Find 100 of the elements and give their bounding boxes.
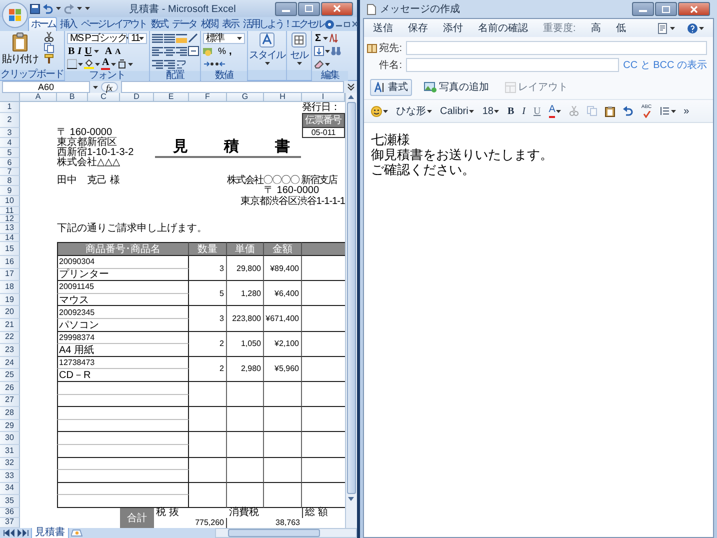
sheet-tab[interactable]: 見積書 (31, 528, 69, 538)
dropdown[interactable]: ひな形 (395, 104, 433, 118)
emoticon-button[interactable] (370, 104, 389, 118)
copy-icon[interactable] (44, 43, 54, 53)
row-header[interactable]: 17 (0, 268, 20, 282)
increase-decimal-icon[interactable] (203, 59, 214, 69)
phonetic-icon[interactable] (117, 59, 128, 69)
subject-field[interactable] (406, 58, 620, 72)
row-header[interactable]: 1 (0, 102, 20, 113)
insert-function-button[interactable]: fx (101, 82, 118, 92)
row-header[interactable]: 23 (0, 344, 20, 357)
help-icon[interactable] (324, 20, 334, 28)
row-header[interactable]: 12 (0, 215, 20, 223)
sheet-navigation-icon[interactable] (3, 529, 29, 537)
fill-down-icon[interactable] (314, 46, 324, 56)
number-format-dropdown[interactable]: 標準 (203, 32, 245, 44)
column-header[interactable]: F (189, 93, 227, 102)
toolbar-button[interactable]: 保存 (407, 22, 429, 34)
new-sheet-icon[interactable] (71, 529, 83, 537)
column-header[interactable]: H (264, 93, 302, 102)
ribbon-tab[interactable]: 挿入 (57, 17, 78, 31)
wrap-text-icon[interactable] (176, 59, 187, 69)
dropdown[interactable]: 18 (481, 104, 500, 118)
shrink-font-button[interactable]: A (114, 44, 122, 58)
row-header[interactable]: 2 (0, 113, 20, 128)
maximize-button[interactable] (655, 2, 677, 16)
styles-button[interactable]: スタイル (249, 32, 285, 65)
scissors-icon[interactable] (44, 32, 54, 42)
row-header[interactable]: 37 (0, 518, 20, 528)
close-button[interactable] (678, 2, 710, 16)
help-button[interactable] (686, 22, 705, 34)
row-header[interactable]: 7 (0, 168, 20, 176)
row-header[interactable]: 25 (0, 369, 20, 382)
decrease-decimal-icon[interactable] (215, 59, 226, 69)
row-header[interactable]: 4 (0, 138, 20, 148)
row-header[interactable]: 27 (0, 394, 20, 408)
ribbon-tab[interactable]: ページ レイアウト (78, 17, 148, 31)
column-header[interactable]: B (57, 93, 88, 102)
italic-button[interactable]: I (521, 104, 526, 118)
action-button[interactable]: 書式 (370, 78, 412, 96)
row-header[interactable]: 31 (0, 444, 20, 458)
row-header[interactable]: 30 (0, 432, 20, 445)
row-header[interactable]: 35 (0, 495, 20, 508)
cells-button[interactable]: セル (290, 32, 308, 65)
underline-button[interactable]: U (84, 44, 93, 58)
column-header[interactable]: G (227, 93, 264, 102)
row-header[interactable]: 34 (0, 482, 20, 496)
column-header[interactable]: D (120, 93, 154, 102)
ribbon-tab[interactable]: 数式 (148, 17, 169, 31)
align-bottom-icon[interactable] (176, 33, 187, 43)
grow-font-button[interactable]: A (104, 44, 114, 58)
percent-button[interactable]: % (217, 44, 228, 58)
toolbar-button[interactable]: 添付 (442, 22, 464, 34)
minimize-button[interactable] (275, 2, 297, 16)
to-label[interactable]: 宛先: (370, 41, 402, 55)
bold-button[interactable]: B (506, 104, 516, 118)
row-header[interactable]: 14 (0, 234, 20, 242)
row-header[interactable]: 36 (0, 508, 20, 518)
ribbon-tab[interactable]: 校閲 (198, 17, 219, 31)
dropdown[interactable]: Calibri (439, 104, 476, 118)
row-header[interactable]: 9 (0, 186, 20, 196)
row-header[interactable]: 16 (0, 256, 20, 269)
paste-button[interactable]: 貼り付け (2, 32, 38, 66)
column-header[interactable]: A (20, 93, 57, 102)
row-header[interactable]: 13 (0, 223, 20, 234)
ribbon-tab[interactable]: 表示 (218, 17, 240, 31)
eraser-icon[interactable] (314, 59, 324, 69)
ribbon-tab[interactable]: ホーム (28, 17, 57, 31)
restore-icon[interactable] (344, 21, 350, 27)
fill-color-icon[interactable] (84, 59, 94, 69)
font-name-dropdown[interactable]: MS Pゴシック (67, 32, 127, 44)
row-header[interactable]: 22 (0, 332, 20, 344)
row-header[interactable]: 33 (0, 470, 20, 483)
row-header[interactable]: 21 (0, 318, 20, 332)
vertical-scrollbar[interactable] (345, 93, 357, 528)
row-header[interactable]: 6 (0, 158, 20, 168)
row-header[interactable]: 24 (0, 356, 20, 370)
expand-icon[interactable] (347, 83, 355, 91)
sort-filter-icon[interactable] (329, 33, 340, 43)
row-header[interactable]: 26 (0, 382, 20, 395)
undo-button[interactable] (622, 104, 634, 118)
save-icon[interactable] (30, 4, 40, 14)
row-header[interactable]: 10 (0, 196, 20, 207)
toolbar-button[interactable]: 高 (590, 22, 602, 34)
row-header[interactable]: 28 (0, 407, 20, 420)
row-header[interactable]: 11 (0, 207, 20, 215)
maximize-button[interactable] (298, 2, 320, 16)
row-header[interactable]: 20 (0, 306, 20, 319)
column-header[interactable]: E (154, 93, 189, 102)
column-header[interactable]: C (88, 93, 120, 102)
view-button[interactable] (657, 22, 676, 34)
message-body-field[interactable]: 七瀬様 御見積書をお送りいたします。 ご確認ください。 (364, 123, 713, 537)
row-header[interactable]: 8 (0, 176, 20, 186)
font-color-button[interactable]: A (548, 104, 562, 118)
row-header[interactable]: 19 (0, 294, 20, 306)
border-icon[interactable] (67, 59, 77, 69)
sum-button[interactable]: Σ (314, 32, 322, 44)
toolbar-button[interactable]: 名前の確認 (477, 22, 529, 34)
ribbon-tab[interactable]: データ (168, 17, 198, 31)
column-header[interactable]: I (302, 93, 345, 102)
